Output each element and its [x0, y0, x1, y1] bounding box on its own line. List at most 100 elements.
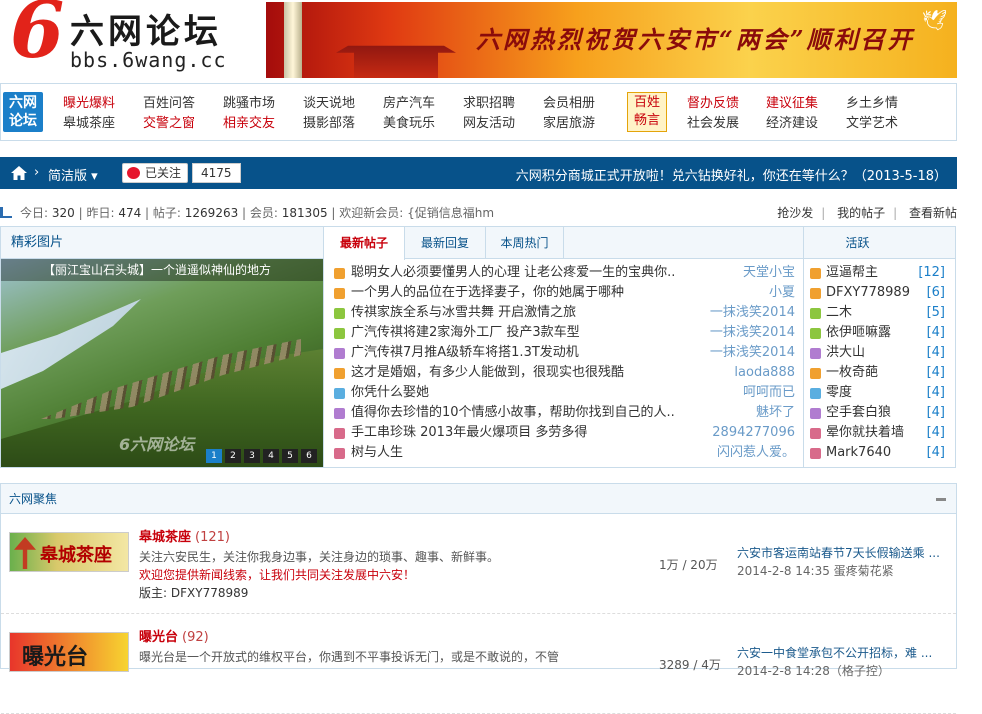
- active-user-name[interactable]: DFXY778989: [826, 283, 910, 303]
- tab-weekly-hot[interactable]: 本周热门: [486, 227, 564, 259]
- category-link[interactable]: 曝光爆料: [63, 94, 143, 114]
- category-link[interactable]: 交警之窗: [143, 114, 223, 134]
- link-my-posts[interactable]: 我的帖子: [837, 206, 885, 220]
- baixing-changyan-badge[interactable]: 百姓畅言: [627, 92, 667, 132]
- post-author[interactable]: laoda888: [734, 363, 795, 383]
- category-link[interactable]: 百姓问答: [143, 94, 223, 114]
- forum-badge[interactable]: 六网论坛: [3, 92, 43, 132]
- post-author[interactable]: 2894277096: [712, 423, 795, 443]
- post-author[interactable]: 魅坏了: [756, 403, 795, 423]
- category-link[interactable]: 求职招聘: [463, 94, 543, 114]
- post-row: 传祺家族全系与冰雪共舞 开启激情之旅 一抹浅笑2014: [324, 303, 803, 323]
- moderator-name[interactable]: DFXY778989: [171, 586, 249, 600]
- active-user-name[interactable]: 依伊咂嘛露: [826, 323, 891, 343]
- forum-thumbnail[interactable]: 曝光台: [9, 632, 129, 672]
- forum-last-post: 六安一中食堂承包不公开招标，难 ... 2014-2-8 14:28（格子控）: [737, 644, 947, 680]
- home-icon[interactable]: [10, 165, 28, 181]
- baixing-label: 百姓畅言: [633, 95, 660, 128]
- weibo-follow-button[interactable]: 已关注: [122, 163, 189, 183]
- post-author[interactable]: 一抹浅笑2014: [710, 343, 795, 363]
- active-user-name[interactable]: 晕你就扶着墙: [826, 423, 904, 443]
- welcome-new-member[interactable]: 欢迎新会员: {促销信息福hm: [339, 206, 494, 220]
- slide-dot[interactable]: 6: [301, 449, 317, 463]
- photo-caption[interactable]: 【丽江宝山石头城】一个逍遥似神仙的地方: [1, 259, 323, 281]
- category-link[interactable]: 督办反馈: [687, 94, 767, 114]
- post-author[interactable]: 闪闪惹人爱。: [717, 443, 795, 463]
- active-user-name[interactable]: 逗逼帮主: [826, 263, 878, 283]
- category-link[interactable]: 文学艺术: [846, 114, 926, 134]
- post-author[interactable]: 呵呵而已: [743, 383, 795, 403]
- link-grab-sofa[interactable]: 抢沙发: [777, 206, 813, 220]
- category-link[interactable]: 相亲交友: [223, 114, 303, 134]
- category-link[interactable]: 家居旅游: [543, 114, 623, 134]
- active-user-name[interactable]: 二木: [826, 303, 852, 323]
- active-user-name[interactable]: Mark7640: [826, 443, 891, 463]
- yesterday-count: 474: [118, 206, 142, 220]
- category-link[interactable]: 网友活动: [463, 114, 543, 134]
- header-banner[interactable]: 六网热烈祝贺六安市“两会”顺利召开 🕊: [266, 2, 957, 78]
- category-link[interactable]: 房产汽车: [383, 94, 463, 114]
- forum-thumb-text: 曝光台: [22, 645, 89, 670]
- post-title[interactable]: 这才是婚姻，有多少人能做到，很现实也很残酷: [351, 363, 701, 383]
- category-link[interactable]: 谈天说地: [303, 94, 383, 114]
- category-link[interactable]: 美食玩乐: [383, 114, 463, 134]
- active-user-row: 晕你就扶着墙 [4]: [804, 423, 955, 443]
- slide-dot[interactable]: 4: [263, 449, 279, 463]
- active-user-name[interactable]: 洪大山: [826, 343, 865, 363]
- active-user-name[interactable]: 零度: [826, 383, 852, 403]
- post-title[interactable]: 值得你去珍惜的10个情感小故事，帮助你找到自己的人..: [351, 403, 701, 423]
- collapse-icon[interactable]: [936, 498, 946, 501]
- slide-dot[interactable]: 1: [206, 449, 222, 463]
- post-author[interactable]: 一抹浅笑2014: [710, 303, 795, 323]
- post-title[interactable]: 传祺家族全系与冰雪共舞 开启激情之旅: [351, 303, 701, 323]
- post-author[interactable]: 小夏: [769, 283, 795, 303]
- featured-photo[interactable]: 【丽江宝山石头城】一个逍遥似神仙的地方 6六网论坛 123456: [1, 259, 323, 467]
- link-new-posts[interactable]: 查看新帖: [909, 206, 957, 220]
- post-title[interactable]: 树与人生: [351, 443, 701, 463]
- category-link[interactable]: 跳骚市场: [223, 94, 303, 114]
- last-post-title[interactable]: 六安市客运南站春节7天长假输送乘 ...: [737, 544, 947, 562]
- post-type-icon: [334, 448, 345, 459]
- slide-dot[interactable]: 2: [225, 449, 241, 463]
- slide-dot[interactable]: 5: [282, 449, 298, 463]
- slide-dot[interactable]: 3: [244, 449, 260, 463]
- category-link[interactable]: 会员相册: [543, 94, 623, 114]
- forum-description: 关注六安民生，关注你我身边事，关注身边的琐事、趣事、新鲜事。 欢迎您提供新闻线索，…: [139, 548, 599, 584]
- category-column: 建议征集 经济建设: [766, 94, 846, 134]
- category-link[interactable]: 皋城茶座: [63, 114, 143, 134]
- post-type-icon: [334, 428, 345, 439]
- stats-summary: 今日: 320 | 昨日: 474 | 帖子: 1269263 | 会员: 18…: [20, 206, 495, 220]
- version-switch[interactable]: 简洁版 ▾: [48, 165, 98, 184]
- active-user-row: Mark7640 [4]: [804, 443, 955, 463]
- post-title[interactable]: 你凭什么娶她: [351, 383, 701, 403]
- category-column: 百姓问答 交警之窗: [143, 94, 223, 134]
- site-logo[interactable]: 6 六网论坛 bbs.6wang.cc: [4, 0, 262, 78]
- category-link[interactable]: 经济建设: [766, 114, 846, 134]
- post-author[interactable]: 一抹浅笑2014: [710, 323, 795, 343]
- last-post-title[interactable]: 六安一中食堂承包不公开招标，难 ...: [737, 644, 947, 662]
- follow-count: 4175: [192, 163, 241, 183]
- rank-icon: [810, 348, 821, 359]
- post-author[interactable]: 天堂小宝: [743, 263, 795, 283]
- tab-latest-replies[interactable]: 最新回复: [405, 227, 486, 259]
- post-title[interactable]: 广汽传祺7月推A级轿车将搭1.3T发动机: [351, 343, 701, 363]
- forum-today-count: (121): [195, 530, 230, 545]
- category-link[interactable]: 社会发展: [687, 114, 767, 134]
- active-user-name[interactable]: 空手套白狼: [826, 403, 891, 423]
- category-link[interactable]: 乡土乡情: [846, 94, 926, 114]
- post-title[interactable]: 一个男人的品位在于选择妻子，你的她属于哪种: [351, 283, 701, 303]
- post-title[interactable]: 手工串珍珠 2013年最火爆项目 多劳多得: [351, 423, 701, 443]
- last-post-meta: 2014-2-8 14:28（格子控）: [737, 664, 890, 678]
- active-user-name[interactable]: 一枚奇葩: [826, 363, 878, 383]
- category-link[interactable]: 摄影部落: [303, 114, 383, 134]
- category-link[interactable]: 建议征集: [766, 94, 846, 114]
- forum-name[interactable]: 曝光台 (92): [139, 626, 209, 645]
- focus-header: 六网聚焦: [1, 484, 956, 514]
- post-title[interactable]: 广汽传祺将建2家海外工厂 投产3款车型: [351, 323, 701, 343]
- announcement-link[interactable]: 六网积分商城正式开放啦！兑六钻换好礼，你还在等什么？（2013-5-18）: [516, 165, 947, 184]
- forum-name-label: 曝光台: [139, 630, 179, 645]
- post-title[interactable]: 聪明女人必须要懂男人的心理 让老公疼爱一生的宝典你..: [351, 263, 701, 283]
- forum-thumbnail[interactable]: 皋城茶座: [9, 532, 129, 572]
- tab-latest-posts[interactable]: 最新帖子: [324, 227, 405, 260]
- forum-name[interactable]: 皋城茶座 (121): [139, 526, 230, 545]
